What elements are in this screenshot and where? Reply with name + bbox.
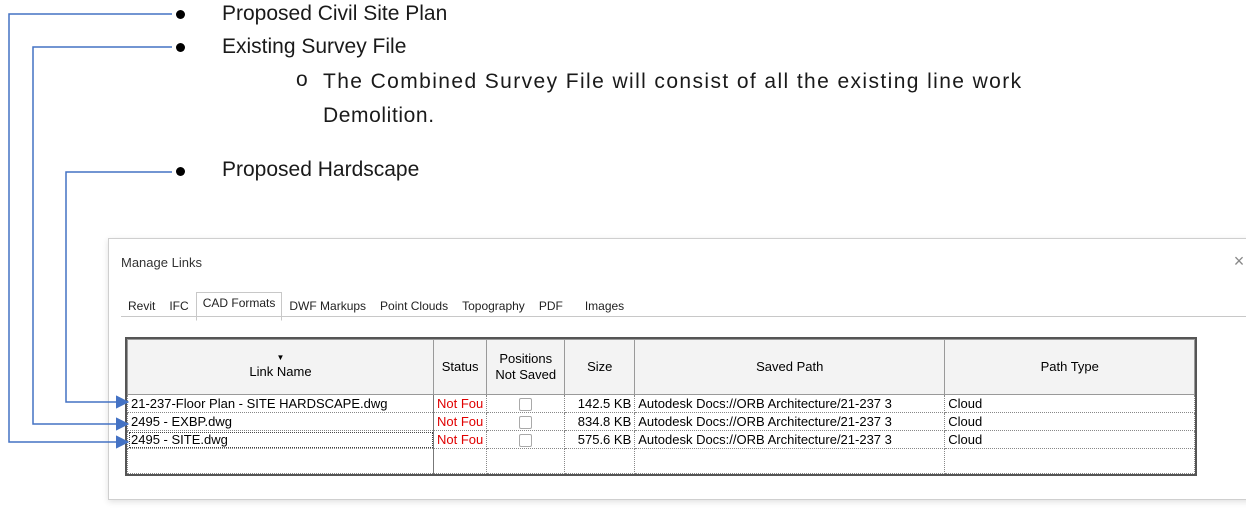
connector-proposed-hardscape (65, 171, 172, 409)
connector-existing-survey (32, 46, 172, 431)
annotation-connectors (8, 13, 172, 449)
